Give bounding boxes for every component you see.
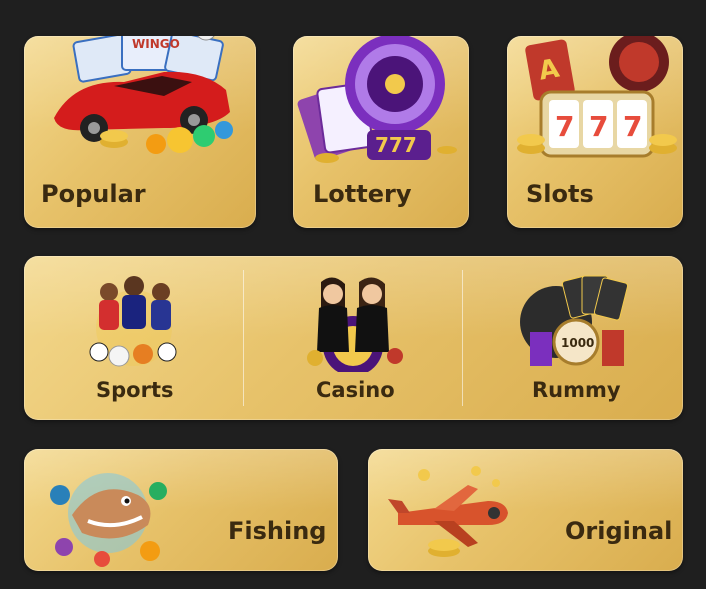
- category-casino[interactable]: Casino: [243, 256, 462, 420]
- svg-text:7: 7: [623, 110, 642, 143]
- rummy-chips-cards-icon: 1000: [520, 275, 629, 366]
- slots-machine-icon: A 7 7 7: [517, 36, 677, 158]
- category-label-sports: Sports: [96, 378, 174, 402]
- category-label-casino: Casino: [316, 378, 395, 402]
- svg-text:1000: 1000: [561, 336, 594, 350]
- category-rummy[interactable]: 1000 Rummy: [462, 256, 683, 420]
- fishing-shark-icon: [50, 473, 167, 567]
- category-label-lottery: Lottery: [313, 180, 412, 208]
- category-label-original: Original: [565, 517, 673, 545]
- lottery-roulette-icon: 777: [297, 36, 457, 163]
- category-label-rummy: Rummy: [532, 378, 621, 402]
- svg-text:WINGO: WINGO: [132, 37, 180, 51]
- category-card-lottery[interactable]: 777 Lottery: [293, 36, 469, 228]
- category-panel-middle: Sports Casino 1000 Rummy: [24, 256, 683, 420]
- popular-car-lottery-icon: WINGO 3: [54, 36, 233, 154]
- original-airplane-icon: [388, 466, 508, 557]
- category-card-slots[interactable]: A 7 7 7 Slots: [507, 36, 683, 228]
- category-sports[interactable]: Sports: [24, 256, 243, 420]
- category-card-fishing[interactable]: Fishing: [24, 449, 338, 571]
- svg-text:3: 3: [202, 36, 210, 37]
- svg-text:7: 7: [589, 110, 608, 143]
- category-card-popular[interactable]: WINGO 3 Popular: [24, 36, 256, 228]
- svg-text:777: 777: [375, 133, 417, 157]
- svg-text:7: 7: [555, 110, 574, 143]
- category-label-fishing: Fishing: [228, 517, 327, 545]
- casino-dealers-icon: [307, 277, 403, 372]
- category-label-popular: Popular: [41, 180, 146, 208]
- sports-players-icon: [89, 276, 177, 367]
- category-label-slots: Slots: [526, 180, 594, 208]
- category-card-original[interactable]: Original: [368, 449, 683, 571]
